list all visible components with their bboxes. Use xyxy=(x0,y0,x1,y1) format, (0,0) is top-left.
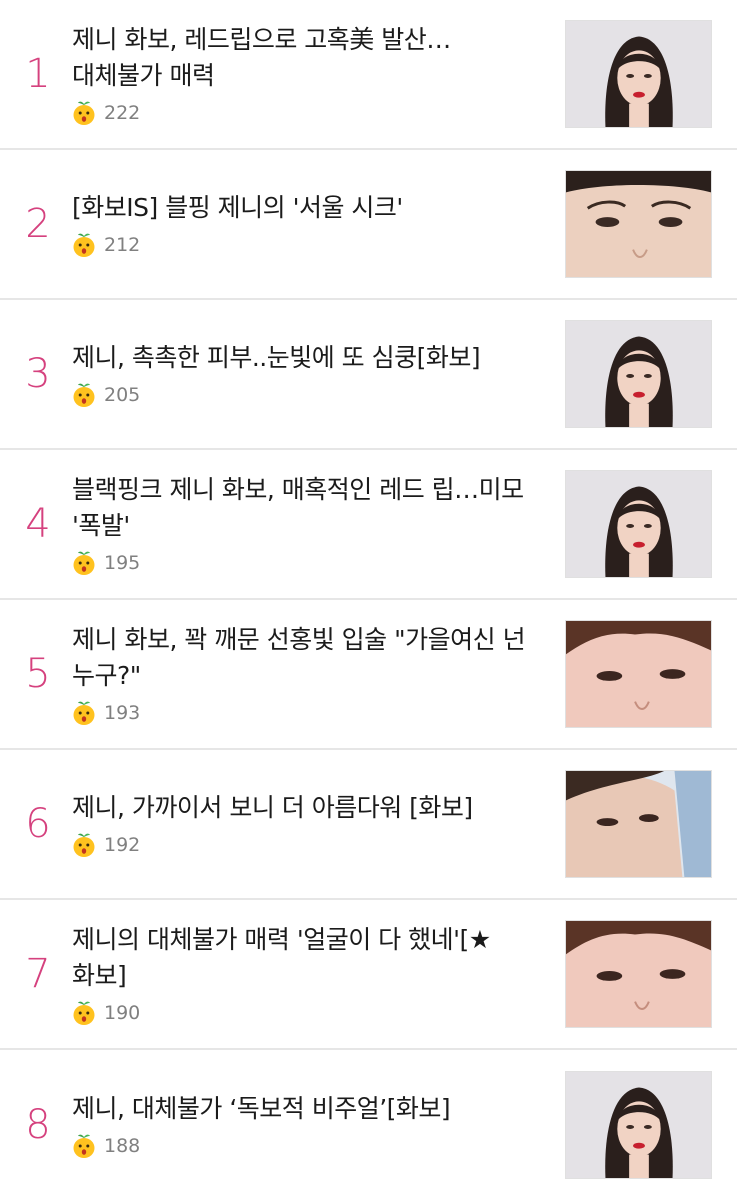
article-content: 제니, 촉촉한 피부..눈빛에 또 심쿵[화보] 205 xyxy=(72,300,537,448)
article-title[interactable]: 제니의 대체불가 매력 '얼굴이 다 했네'[★화보] xyxy=(72,922,537,994)
article-content: 블랙핑크 제니 화보, 매혹적인 레드 립…미모 '폭발' 195 xyxy=(72,450,537,598)
article-ranking-list: 1 제니 화보, 레드립으로 고혹美 발산…대체불가 매력 222 2 [화보I… xyxy=(0,0,737,1200)
article-title[interactable]: 제니 화보, 레드립으로 고혹美 발산…대체불가 매력 xyxy=(72,22,537,94)
article-thumbnail[interactable] xyxy=(565,920,712,1028)
article-title[interactable]: 제니 화보, 꽉 깨문 선홍빛 입술 "가을여신 넌 누구?" xyxy=(72,622,537,694)
article-title[interactable]: 제니, 촉촉한 피부..눈빛에 또 심쿵[화보] xyxy=(72,340,537,376)
article-row-1[interactable]: 1 제니 화보, 레드립으로 고혹美 발산…대체불가 매력 222 xyxy=(0,0,737,150)
surprised-face-icon xyxy=(72,700,96,726)
reaction-count: 190 xyxy=(104,1002,141,1024)
article-thumbnail[interactable] xyxy=(565,770,712,878)
article-title[interactable]: 블랙핑크 제니 화보, 매혹적인 레드 립…미모 '폭발' xyxy=(72,472,537,544)
article-content: 제니, 대체불가 ‘독보적 비주얼’[화보] 188 xyxy=(72,1050,537,1200)
article-thumbnail[interactable] xyxy=(565,20,712,128)
reaction-count: 222 xyxy=(104,102,141,124)
article-row-5[interactable]: 5 제니 화보, 꽉 깨문 선홍빛 입술 "가을여신 넌 누구?" 193 xyxy=(0,600,737,750)
reaction-meta: 222 xyxy=(72,100,537,126)
article-thumbnail[interactable] xyxy=(565,620,712,728)
surprised-face-icon xyxy=(72,1133,96,1159)
article-row-2[interactable]: 2 [화보IS] 블핑 제니의 '서울 시크' 212 xyxy=(0,150,737,300)
rank-number: 6 xyxy=(25,801,51,847)
surprised-face-icon xyxy=(72,382,96,408)
article-content: [화보IS] 블핑 제니의 '서울 시크' 212 xyxy=(72,150,537,298)
article-content: 제니 화보, 꽉 깨문 선홍빛 입술 "가을여신 넌 누구?" 193 xyxy=(72,600,537,748)
reaction-meta: 188 xyxy=(72,1133,537,1159)
article-content: 제니 화보, 레드립으로 고혹美 발산…대체불가 매력 222 xyxy=(72,0,537,148)
article-thumbnail[interactable] xyxy=(565,470,712,578)
rank-number: 5 xyxy=(25,651,51,697)
reaction-count: 193 xyxy=(104,702,141,724)
reaction-meta: 193 xyxy=(72,700,537,726)
reaction-count: 188 xyxy=(104,1135,141,1157)
article-thumbnail[interactable] xyxy=(565,1071,712,1179)
reaction-count: 195 xyxy=(104,552,141,574)
article-title[interactable]: 제니, 대체불가 ‘독보적 비주얼’[화보] xyxy=(72,1091,537,1127)
article-row-8[interactable]: 8 제니, 대체불가 ‘독보적 비주얼’[화보] 188 xyxy=(0,1050,737,1200)
rank-number: 7 xyxy=(25,951,51,997)
article-thumbnail[interactable] xyxy=(565,320,712,428)
article-content: 제니, 가까이서 보니 더 아름다워 [화보] 192 xyxy=(72,750,537,898)
surprised-face-icon xyxy=(72,550,96,576)
article-row-4[interactable]: 4 블랙핑크 제니 화보, 매혹적인 레드 립…미모 '폭발' 195 xyxy=(0,450,737,600)
surprised-face-icon xyxy=(72,232,96,258)
article-row-6[interactable]: 6 제니, 가까이서 보니 더 아름다워 [화보] 192 xyxy=(0,750,737,900)
article-title[interactable]: 제니, 가까이서 보니 더 아름다워 [화보] xyxy=(72,790,537,826)
rank-number: 2 xyxy=(25,201,51,247)
reaction-meta: 205 xyxy=(72,382,537,408)
surprised-face-icon xyxy=(72,1000,96,1026)
reaction-count: 212 xyxy=(104,234,141,256)
rank-number: 8 xyxy=(25,1102,51,1148)
surprised-face-icon xyxy=(72,832,96,858)
rank-number: 1 xyxy=(25,51,51,97)
reaction-count: 205 xyxy=(104,384,141,406)
article-title[interactable]: [화보IS] 블핑 제니의 '서울 시크' xyxy=(72,190,537,226)
reaction-count: 192 xyxy=(104,834,141,856)
article-thumbnail[interactable] xyxy=(565,170,712,278)
reaction-meta: 195 xyxy=(72,550,537,576)
reaction-meta: 212 xyxy=(72,232,537,258)
article-row-3[interactable]: 3 제니, 촉촉한 피부..눈빛에 또 심쿵[화보] 205 xyxy=(0,300,737,450)
surprised-face-icon xyxy=(72,100,96,126)
rank-number: 4 xyxy=(25,501,51,547)
article-row-7[interactable]: 7 제니의 대체불가 매력 '얼굴이 다 했네'[★화보] 190 xyxy=(0,900,737,1050)
reaction-meta: 190 xyxy=(72,1000,537,1026)
rank-number: 3 xyxy=(25,351,51,397)
reaction-meta: 192 xyxy=(72,832,537,858)
article-content: 제니의 대체불가 매력 '얼굴이 다 했네'[★화보] 190 xyxy=(72,900,537,1048)
